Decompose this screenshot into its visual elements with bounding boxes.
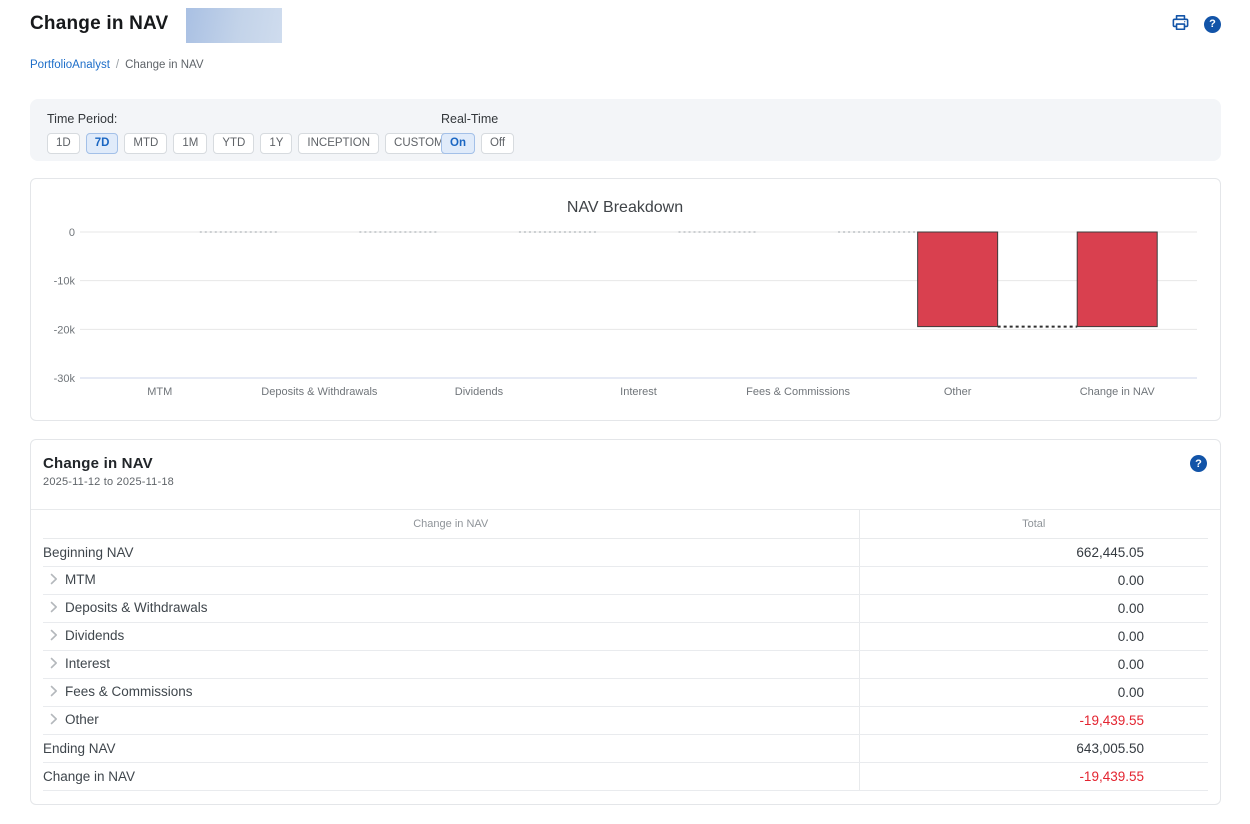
- time-period-inception[interactable]: INCEPTION: [298, 133, 380, 154]
- time-period-button-group: 1D 7D MTD 1M YTD 1Y INCEPTION CUSTOM: [47, 133, 453, 154]
- time-period-1m[interactable]: 1M: [173, 133, 208, 154]
- table-row[interactable]: Dividends 0.00: [43, 622, 1208, 651]
- row-value: 643,005.50: [859, 734, 1208, 763]
- table-row[interactable]: Interest 0.00: [43, 650, 1208, 679]
- row-label: Beginning NAV: [43, 544, 134, 560]
- table-row: Beginning NAV 662,445.05: [43, 538, 1208, 567]
- table-row[interactable]: Deposits & Withdrawals 0.00: [43, 594, 1208, 623]
- table-date-range: 2025-11-12 to 2025-11-18: [43, 476, 174, 488]
- table-row: Ending NAV 643,005.50: [43, 734, 1208, 763]
- expand-chevron-icon[interactable]: [50, 601, 58, 616]
- y-axis-tick-label: -30k: [54, 373, 76, 385]
- nav-breakdown-chart-card: NAV Breakdown 0 -10k -20k -30k MTM Deposits & …: [30, 178, 1221, 421]
- page-title: Change in NAV: [30, 13, 169, 34]
- time-period-mtd[interactable]: MTD: [124, 133, 168, 154]
- nav-breakdown-chart: NAV Breakdown 0 -10k -20k -30k MTM Deposits & …: [31, 179, 1220, 420]
- column-header-total: Total: [859, 510, 1208, 539]
- help-button[interactable]: ?: [1204, 15, 1221, 33]
- row-label: Interest: [65, 656, 111, 671]
- row-value: 662,445.05: [859, 538, 1208, 567]
- change-in-nav-table-card: Change in NAV 2025-11-12 to 2025-11-18 ?…: [30, 439, 1221, 805]
- x-axis-category-label: Other: [944, 386, 972, 398]
- time-period-label: Time Period:: [47, 112, 118, 126]
- x-axis-category-label: Deposits & Withdrawals: [261, 386, 378, 398]
- print-button[interactable]: [1171, 13, 1190, 35]
- real-time-off[interactable]: Off: [480, 133, 515, 154]
- page: Change in NAV ? PortfolioAnalyst / Chang…: [0, 0, 1250, 805]
- chart-title: NAV Breakdown: [567, 199, 683, 216]
- row-value: -19,439.55: [859, 762, 1208, 791]
- table-row[interactable]: Fees & Commissions 0.00: [43, 678, 1208, 707]
- waterfall-bar: [917, 231, 999, 328]
- row-value: 0.00: [859, 622, 1208, 651]
- x-axis-category-label: MTM: [147, 386, 172, 398]
- table-title: Change in NAV: [43, 455, 153, 472]
- row-label: Other: [65, 712, 99, 727]
- table-row: Change in NAV -19,439.55: [43, 762, 1208, 791]
- page-header: Change in NAV ?: [30, 8, 1221, 43]
- row-value: 0.00: [859, 566, 1208, 595]
- breadcrumb-separator: /: [115, 59, 120, 71]
- row-label: Ending NAV: [43, 740, 116, 756]
- row-label: Deposits & Withdrawals: [65, 600, 208, 615]
- time-period-1d[interactable]: 1D: [47, 133, 80, 154]
- y-axis-tick-label: -20k: [54, 324, 76, 336]
- real-time-on[interactable]: On: [441, 133, 475, 154]
- x-axis-category-label: Fees & Commissions: [746, 386, 850, 398]
- row-value: 0.00: [859, 678, 1208, 707]
- row-label: Dividends: [65, 628, 125, 643]
- breadcrumb-link-portfolioanalyst[interactable]: PortfolioAnalyst: [30, 59, 110, 71]
- row-value: -19,439.55: [859, 706, 1208, 735]
- time-period-ytd[interactable]: YTD: [213, 133, 255, 154]
- y-axis-tick-label: 0: [69, 227, 75, 239]
- row-label: Fees & Commissions: [65, 684, 193, 699]
- help-icon: ?: [1190, 455, 1207, 472]
- nav-breakdown-svg: NAV Breakdown 0 -10k -20k -30k MTM Deposits & …: [54, 199, 1197, 398]
- expand-chevron-icon[interactable]: [50, 713, 58, 728]
- x-axis-category-label: Dividends: [455, 386, 504, 398]
- row-label: Change in NAV: [43, 768, 136, 784]
- waterfall-bar: [1076, 231, 1158, 328]
- expand-chevron-icon[interactable]: [50, 629, 58, 644]
- row-value: 0.00: [859, 650, 1208, 679]
- help-icon: ?: [1204, 15, 1221, 33]
- table-row[interactable]: Other -19,439.55: [43, 706, 1208, 735]
- redacted-account-name: [186, 8, 283, 43]
- expand-chevron-icon[interactable]: [50, 685, 58, 700]
- breadcrumb: PortfolioAnalyst / Change in NAV: [30, 59, 1221, 71]
- real-time-label: Real-Time: [441, 112, 499, 126]
- table-row[interactable]: MTM 0.00: [43, 566, 1208, 595]
- time-period-7d[interactable]: 7D: [85, 133, 119, 154]
- change-in-nav-table: Change in NAV Total Beginning NAV 662,445…: [43, 510, 1208, 791]
- x-axis-category-label: Interest: [620, 386, 657, 398]
- filter-bar: Time Period: 1D 7D MTD 1M YTD 1Y INCEPTION CUST…: [30, 99, 1221, 161]
- expand-chevron-icon[interactable]: [50, 657, 58, 672]
- breadcrumb-current: Change in NAV: [125, 59, 204, 71]
- expand-chevron-icon[interactable]: [50, 573, 58, 588]
- time-period-1y[interactable]: 1Y: [260, 133, 293, 154]
- row-label: MTM: [65, 572, 96, 587]
- table-help-button[interactable]: ?: [1190, 455, 1207, 472]
- y-axis-tick-label: -10k: [54, 276, 76, 288]
- real-time-toggle-group: On Off: [441, 133, 515, 154]
- printer-icon: [1171, 13, 1190, 35]
- column-header-change-in-nav: Change in NAV: [43, 510, 860, 539]
- x-axis-category-label: Change in NAV: [1080, 386, 1156, 398]
- row-value: 0.00: [859, 594, 1208, 623]
